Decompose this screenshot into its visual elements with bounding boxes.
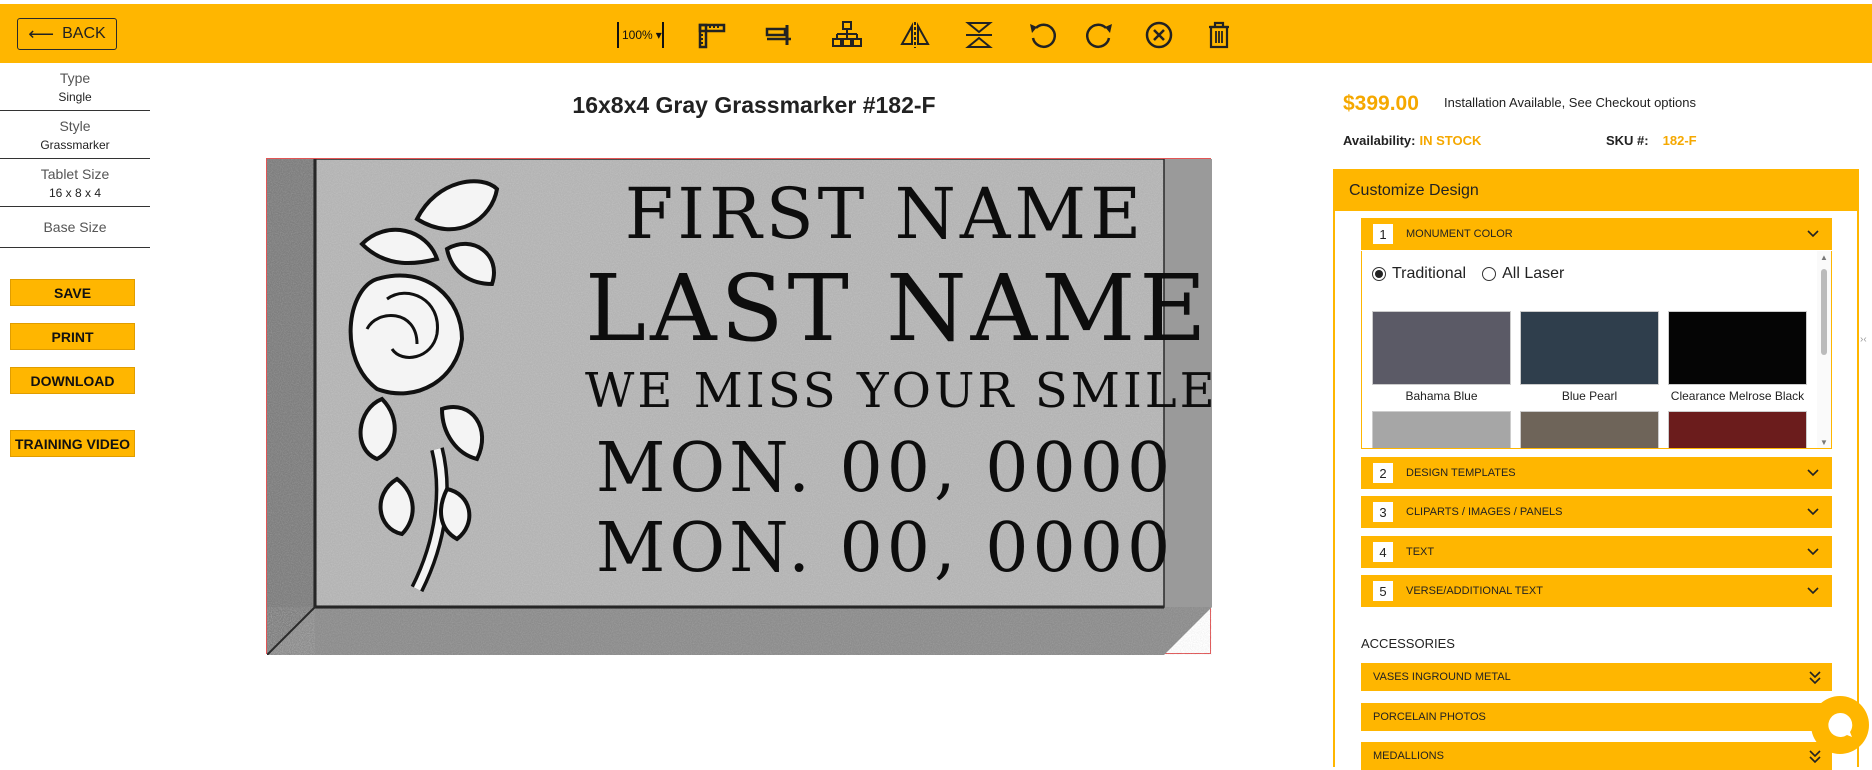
sku: SKU #: 182-F [1606,133,1697,148]
top-toolbar: ⟵ BACK 100% ▾ [0,4,1872,63]
color-swatch-red[interactable] [1668,411,1807,448]
color-swatch-brown[interactable] [1520,411,1659,448]
zoom-select[interactable]: 100% ▾ [617,21,664,49]
base-size-property: Base Size [0,207,150,248]
double-chevron-down-icon [1809,671,1821,685]
properties-panel: Type Single Style Grassmarker Tablet Siz… [0,63,150,248]
double-chevron-down-icon [1809,750,1821,764]
color-swatch-blue-pearl[interactable]: Blue Pearl [1520,311,1659,403]
tablet-size-property: Tablet Size 16 x 8 x 4 [0,159,150,207]
style-property: Style Grassmarker [0,111,150,159]
design-canvas[interactable]: FIRST NAME LAST NAME WE MISS YOUR SMILE … [266,158,1215,655]
inscription-line-5[interactable]: MON. 00, 0000 [585,509,1185,588]
save-button[interactable]: SAVE [10,279,135,306]
accessory-vases[interactable]: VASES INGROUND METAL [1361,663,1832,691]
customize-header: Customize Design [1335,171,1857,211]
arrow-left-icon: ⟵ [28,23,55,44]
align-icon[interactable] [762,18,796,52]
traditional-radio[interactable]: Traditional [1372,265,1466,283]
hierarchy-icon[interactable] [830,18,864,52]
cancel-icon[interactable] [1142,18,1176,52]
training-video-button[interactable]: TRAINING VIDEO [10,430,135,457]
step-verse[interactable]: 5 VERSE/ADDITIONAL TEXT [1361,575,1832,607]
price: $399.00 [1343,92,1419,115]
back-button[interactable]: ⟵ BACK [17,18,117,50]
finish-radio-group: Traditional All Laser [1372,265,1564,283]
color-swatch-clearance-melrose-black[interactable]: Clearance Melrose Black [1668,311,1807,403]
inscription-line-2[interactable]: LAST NAME [585,255,1206,362]
chevron-down-icon [1807,548,1819,556]
chevron-down-icon [1807,469,1819,477]
chat-icon [1828,712,1853,737]
ruler-icon[interactable] [695,18,729,52]
trash-icon[interactable] [1202,18,1236,52]
scroll-down-icon[interactable]: ▼ [1820,438,1828,447]
step-cliparts[interactable]: 3 CLIPARTS / IMAGES / PANELS [1361,496,1832,528]
product-title: 16x8x4 Gray Grassmarker #182-F [572,92,936,118]
accessory-medallions[interactable]: MEDALLIONS [1361,742,1832,770]
inscription-line-3[interactable]: WE MISS YOUR SMILE [585,363,1215,419]
edge-handle-icon[interactable]: ›‹ [1860,334,1867,345]
step-text[interactable]: 4 TEXT [1361,536,1832,568]
chevron-down-icon [1807,587,1819,595]
accessories-heading: ACCESSORIES [1361,636,1455,651]
chat-button[interactable] [1811,696,1869,754]
availability: Availability: IN STOCK [1343,133,1482,148]
download-button[interactable]: DOWNLOAD [10,367,135,394]
stock-status: IN STOCK [1419,133,1482,148]
chevron-down-icon [1807,230,1819,238]
color-panel-scrollbar[interactable]: ▲ ▼ [1817,251,1831,448]
step-monument-color[interactable]: 1 MONUMENT COLOR [1361,218,1832,250]
inscription-line-1[interactable]: FIRST NAME [585,173,1185,255]
chevron-down-icon [1807,508,1819,516]
flip-vertical-icon[interactable] [962,18,996,52]
monument-color-panel: Traditional All Laser Bahama Blue Blue P… [1361,251,1832,449]
scroll-up-icon[interactable]: ▲ [1820,253,1828,262]
type-property: Type Single [0,63,150,111]
back-label: BACK [62,25,106,42]
undo-icon[interactable] [1025,18,1059,52]
all-laser-radio[interactable]: All Laser [1482,265,1564,283]
color-swatch-bahama-blue[interactable]: Bahama Blue [1372,311,1511,403]
sku-value: 182-F [1662,133,1697,148]
redo-icon[interactable] [1083,18,1117,52]
flip-horizontal-icon[interactable] [898,18,932,52]
zoom-value: 100% [622,28,653,42]
accessory-porcelain-photos[interactable]: PORCELAIN PHOTOS [1361,703,1832,731]
inscription-line-4[interactable]: MON. 00, 0000 [585,429,1185,508]
print-button[interactable]: PRINT [10,323,135,350]
customize-panel: Customize Design 1 MONUMENT COLOR Tradit… [1333,169,1859,770]
color-swatch-gray[interactable] [1372,411,1511,448]
installation-note: Installation Available, See Checkout opt… [1444,95,1696,110]
step-design-templates[interactable]: 2 DESIGN TEMPLATES [1361,457,1832,489]
inscription[interactable]: FIRST NAME LAST NAME WE MISS YOUR SMILE … [585,159,1215,655]
